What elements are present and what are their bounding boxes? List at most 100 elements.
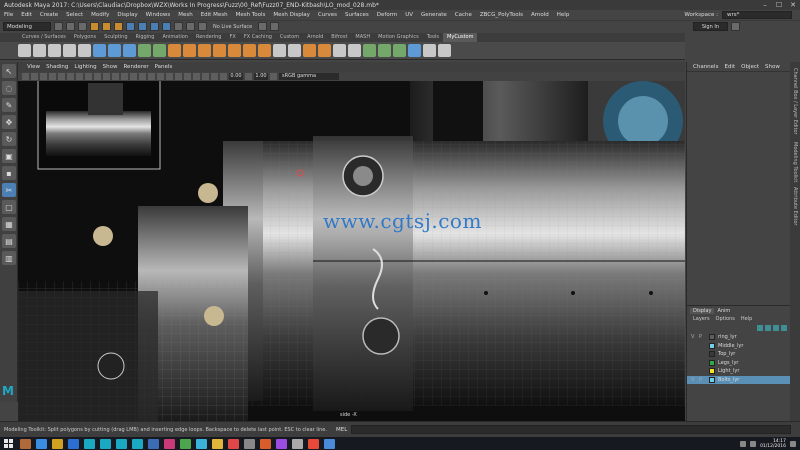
- menu-polytools[interactable]: ZBCG_PolyTools: [476, 12, 527, 18]
- film-gate-icon[interactable]: [58, 73, 65, 80]
- shelf-tab-mash[interactable]: MASH: [351, 33, 374, 42]
- shelf-center-pivot-icon[interactable]: [333, 44, 346, 57]
- menu-help[interactable]: Help: [553, 12, 574, 18]
- lasso-tool-icon[interactable]: ◌: [2, 81, 16, 95]
- shelf-cube-icon[interactable]: [33, 44, 46, 57]
- move-layer-down-icon[interactable]: [765, 325, 771, 331]
- shelf-hypershade-icon[interactable]: [423, 44, 436, 57]
- select-object-icon[interactable]: [102, 22, 111, 31]
- shelf-tab-tools[interactable]: Tools: [423, 33, 443, 42]
- shelf-torus-icon[interactable]: [78, 44, 91, 57]
- layer-playback-toggle[interactable]: P: [699, 334, 707, 340]
- shelf-tab-rendering[interactable]: Rendering: [192, 33, 226, 42]
- camera-icon[interactable]: [270, 22, 280, 31]
- shelf-group-icon[interactable]: [378, 44, 391, 57]
- new-empty-layer-icon[interactable]: [773, 325, 779, 331]
- layer-visibility-toggle[interactable]: V: [691, 377, 699, 383]
- layer-tab-anim[interactable]: Anim: [714, 308, 733, 314]
- menu-deform[interactable]: Deform: [373, 12, 401, 18]
- layer-row[interactable]: V P ring_lyr: [687, 333, 790, 342]
- layer-color-swatch[interactable]: [709, 376, 715, 383]
- minimize-button[interactable]: –: [758, 1, 772, 9]
- panel-menu-panels[interactable]: Panels: [152, 64, 176, 70]
- menu-create[interactable]: Create: [36, 12, 62, 18]
- ambient-occlusion-icon[interactable]: [166, 73, 173, 80]
- menu-edit[interactable]: Edit: [17, 12, 36, 18]
- shelf-cylinder-icon[interactable]: [48, 44, 61, 57]
- textured-icon[interactable]: [139, 73, 146, 80]
- exposure-icon[interactable]: [220, 73, 227, 80]
- sign-in-button[interactable]: Sign In: [692, 22, 728, 31]
- close-button[interactable]: ✕: [786, 1, 800, 9]
- shelf-tab-fx[interactable]: FX: [226, 33, 240, 42]
- menu-set-dropdown[interactable]: Modeling: [3, 22, 51, 31]
- shelf-tab-fx-caching[interactable]: FX Caching: [240, 33, 276, 42]
- menu-mesh-display[interactable]: Mesh Display: [269, 12, 314, 18]
- shelf-uv-editor-icon[interactable]: [408, 44, 421, 57]
- panel-menu-show[interactable]: Show: [100, 64, 121, 70]
- menu-mesh-tools[interactable]: Mesh Tools: [232, 12, 270, 18]
- taskbar-app-icon[interactable]: [259, 438, 271, 449]
- menu-edit-mesh[interactable]: Edit Mesh: [197, 12, 232, 18]
- menu-curves[interactable]: Curves: [314, 12, 341, 18]
- move-layer-up-icon[interactable]: [757, 325, 763, 331]
- layer-color-swatch[interactable]: [709, 334, 715, 341]
- shelf-mirror-icon[interactable]: [138, 44, 151, 57]
- symmetry-icon[interactable]: [258, 22, 268, 31]
- live-surface-field[interactable]: No Live Surface: [210, 24, 255, 30]
- bookmark-icon[interactable]: [31, 73, 38, 80]
- save-scene-icon[interactable]: [78, 22, 87, 31]
- taskbar-app-icon[interactable]: [163, 438, 175, 449]
- layer-color-swatch[interactable]: [709, 351, 715, 358]
- anti-aliasing-icon[interactable]: [184, 73, 191, 80]
- taskbar-app-icon[interactable]: [275, 438, 287, 449]
- scale-tool-icon[interactable]: ▣: [2, 149, 16, 163]
- shadows-icon[interactable]: [157, 73, 164, 80]
- select-component-icon[interactable]: [114, 22, 123, 31]
- taskbar-app-icon[interactable]: [67, 438, 79, 449]
- status-settings-icon[interactable]: [731, 22, 740, 31]
- resolution-gate-icon[interactable]: [67, 73, 74, 80]
- xray-icon[interactable]: [202, 73, 209, 80]
- taskbar-app-icon[interactable]: [227, 438, 239, 449]
- shelf-plane-icon[interactable]: [63, 44, 76, 57]
- layer-color-swatch[interactable]: [709, 359, 715, 366]
- viewport[interactable]: www.cgtsj.com side -X: [18, 81, 685, 421]
- shelf-duplicate-icon[interactable]: [393, 44, 406, 57]
- taskbar-app-icon[interactable]: [211, 438, 223, 449]
- image-plane-icon[interactable]: [40, 73, 47, 80]
- default-material-icon[interactable]: [121, 73, 128, 80]
- menu-display[interactable]: Display: [113, 12, 141, 18]
- layer-row[interactable]: V P Bolts_lyr: [687, 375, 790, 384]
- taskbar-app-icon[interactable]: [323, 438, 335, 449]
- taskbar-app-icon[interactable]: [131, 438, 143, 449]
- shelf-delete-history-icon[interactable]: [363, 44, 376, 57]
- outliner-layout-icon[interactable]: ▤: [2, 234, 16, 248]
- layer-menu-options[interactable]: Options: [713, 316, 738, 322]
- notifications-icon[interactable]: [790, 440, 796, 447]
- panel-menu-lighting[interactable]: Lighting: [71, 64, 99, 70]
- select-hierarchy-icon[interactable]: [90, 22, 99, 31]
- shelf-separate-icon[interactable]: [108, 44, 121, 57]
- menu-generate[interactable]: Generate: [417, 12, 451, 18]
- motion-blur-icon[interactable]: [175, 73, 182, 80]
- taskbar-app-icon[interactable]: [35, 438, 47, 449]
- rotate-tool-icon[interactable]: ↻: [2, 132, 16, 146]
- volume-icon[interactable]: [750, 440, 757, 447]
- taskbar-app-icon[interactable]: [243, 438, 255, 449]
- layer-color-swatch[interactable]: [709, 342, 715, 349]
- shelf-combine-icon[interactable]: [93, 44, 106, 57]
- menu-cache[interactable]: Cache: [451, 12, 476, 18]
- graph-layout-icon[interactable]: ▥: [2, 251, 16, 265]
- panel-menu-shading[interactable]: Shading: [43, 64, 71, 70]
- shelf-sphere-icon[interactable]: [18, 44, 31, 57]
- view-transform-dropdown[interactable]: sRGB gamma: [279, 73, 339, 80]
- side-tab-channel-box[interactable]: Channel Box / Layer Editor: [792, 68, 798, 135]
- open-scene-icon[interactable]: [66, 22, 75, 31]
- snap-point-icon[interactable]: [150, 22, 159, 31]
- shelf-bevel-icon[interactable]: [168, 44, 181, 57]
- shelf-tab-bifrost[interactable]: Bifrost: [327, 33, 351, 42]
- shelf-multicut-icon[interactable]: [228, 44, 241, 57]
- new-layer-selected-icon[interactable]: [781, 325, 787, 331]
- shelf-collapse-icon[interactable]: [318, 44, 331, 57]
